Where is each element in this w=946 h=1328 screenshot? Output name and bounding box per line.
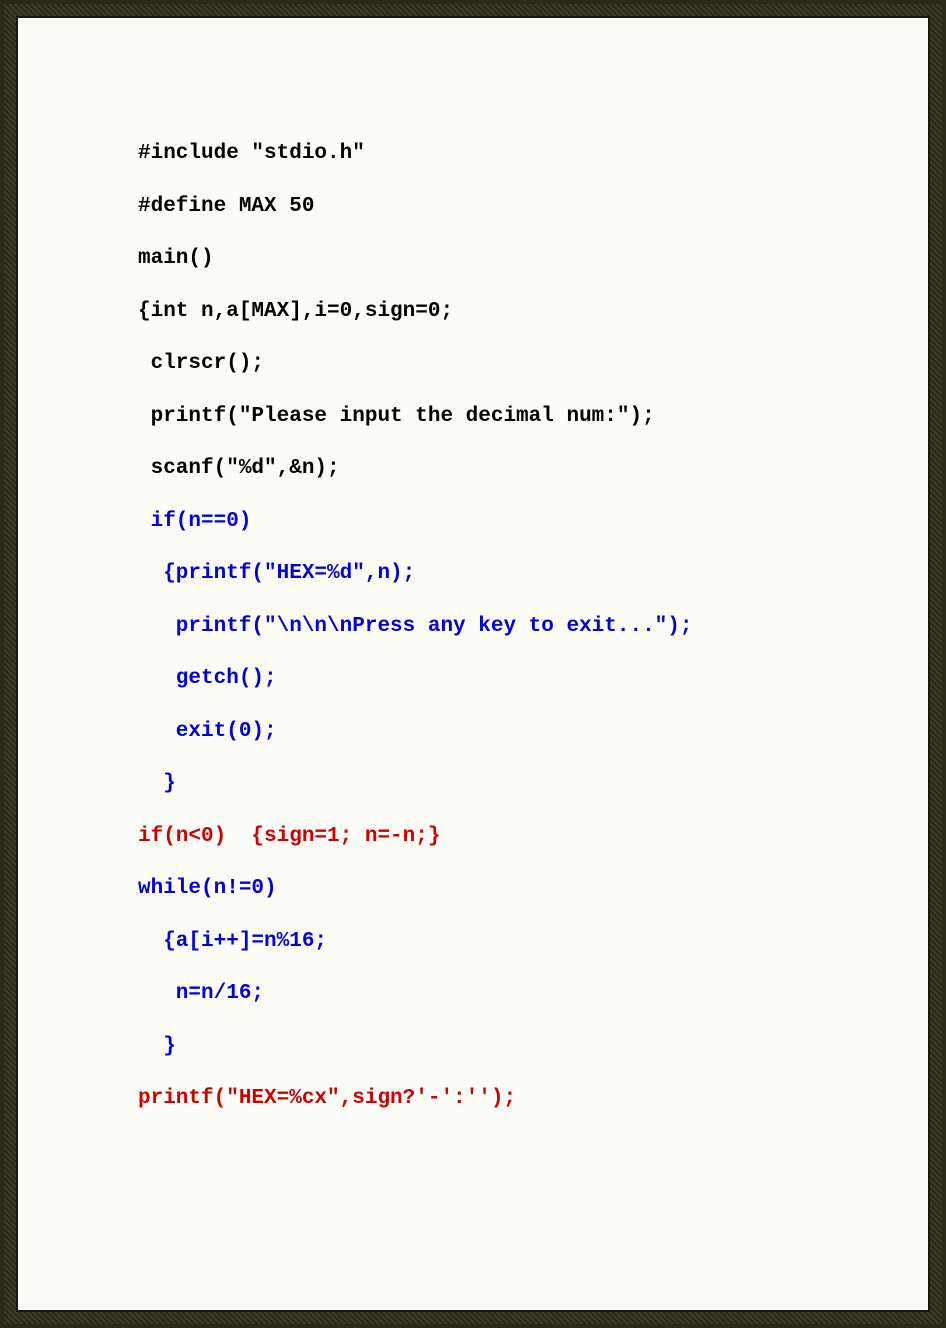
code-line-11: getch(); [138, 667, 277, 690]
code-line-16: {a[i++]=n%16; [138, 930, 327, 953]
code-line-15: while(n!=0) [138, 877, 277, 900]
code-line-7: scanf("%d",&n); [138, 457, 340, 480]
code-line-1: #include "stdio.h" [138, 142, 365, 165]
code-line-10: printf("\n\n\nPress any key to exit...")… [138, 615, 693, 638]
code-line-3: main() [138, 247, 214, 270]
code-line-13: } [138, 772, 176, 795]
code-line-17: n=n/16; [138, 982, 264, 1005]
code-listing: #include "stdio.h" #define MAX 50 main()… [138, 128, 828, 1126]
document-frame: #include "stdio.h" #define MAX 50 main()… [4, 4, 942, 1324]
code-line-19: printf("HEX=%cx",sign?'-':''); [138, 1087, 516, 1110]
code-line-5: clrscr(); [138, 352, 264, 375]
code-line-2: #define MAX 50 [138, 195, 314, 218]
code-line-4: {int n,a[MAX],i=0,sign=0; [138, 300, 453, 323]
code-line-9: {printf("HEX=%d",n); [138, 562, 415, 585]
code-line-14: if(n<0) {sign=1; n=-n;} [138, 825, 440, 848]
code-line-12: exit(0); [138, 720, 277, 743]
document-page: #include "stdio.h" #define MAX 50 main()… [16, 16, 930, 1312]
code-line-18: } [138, 1035, 176, 1058]
code-line-8: if(n==0) [138, 510, 251, 533]
code-line-6: printf("Please input the decimal num:"); [138, 405, 655, 428]
